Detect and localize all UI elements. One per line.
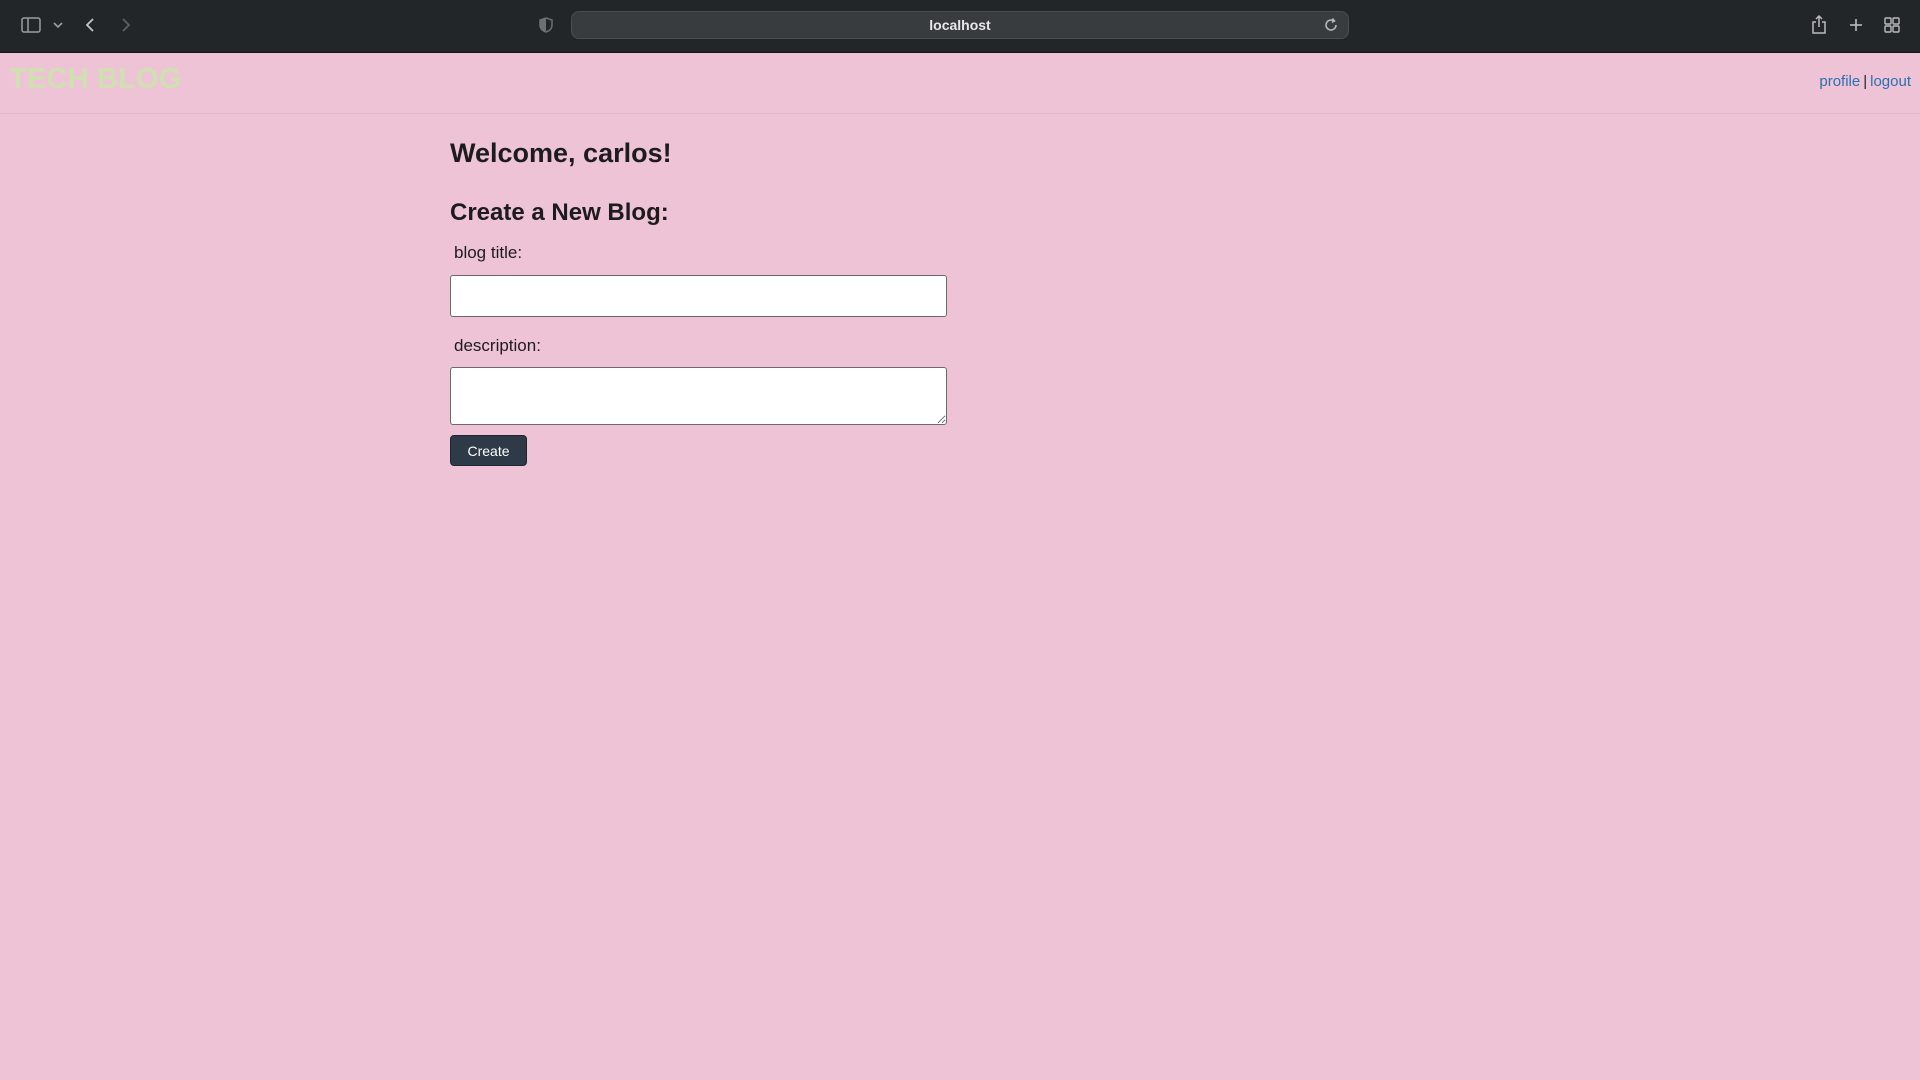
dashboard-main: Welcome, carlos! Create a New Blog: blog… bbox=[450, 114, 1050, 466]
back-arrow-icon[interactable] bbox=[82, 14, 98, 36]
forward-arrow-icon[interactable] bbox=[118, 14, 134, 36]
site-logo[interactable]: TECH BLOG bbox=[9, 63, 182, 96]
blog-title-input[interactable] bbox=[450, 275, 947, 317]
reload-icon[interactable] bbox=[1323, 17, 1339, 38]
site-header: TECH BLOG profile | logout bbox=[0, 53, 1920, 114]
address-bar[interactable]: localhost bbox=[571, 11, 1349, 39]
create-blog-form: blog title: description: Create bbox=[450, 243, 1050, 466]
new-tab-icon[interactable] bbox=[1847, 14, 1865, 36]
profile-link[interactable]: profile bbox=[1819, 73, 1860, 90]
url-text: localhost bbox=[929, 17, 991, 33]
nav-separator: | bbox=[1863, 73, 1868, 90]
logout-link[interactable]: logout bbox=[1870, 73, 1911, 90]
tab-overview-icon[interactable] bbox=[1883, 14, 1901, 36]
sidebar-icon[interactable] bbox=[20, 14, 42, 36]
blog-title-label: blog title: bbox=[454, 243, 523, 262]
shield-icon bbox=[538, 14, 554, 36]
browser-toolbar: localhost bbox=[0, 0, 1920, 53]
create-blog-heading: Create a New Blog: bbox=[450, 199, 669, 226]
description-label: description: bbox=[454, 336, 541, 355]
create-button[interactable]: Create bbox=[450, 435, 527, 466]
share-icon[interactable] bbox=[1810, 14, 1828, 36]
chevron-down-icon[interactable] bbox=[52, 14, 64, 36]
description-textarea[interactable] bbox=[450, 367, 947, 425]
welcome-heading: Welcome, carlos! bbox=[450, 138, 672, 168]
header-nav: profile | logout bbox=[1819, 73, 1911, 90]
